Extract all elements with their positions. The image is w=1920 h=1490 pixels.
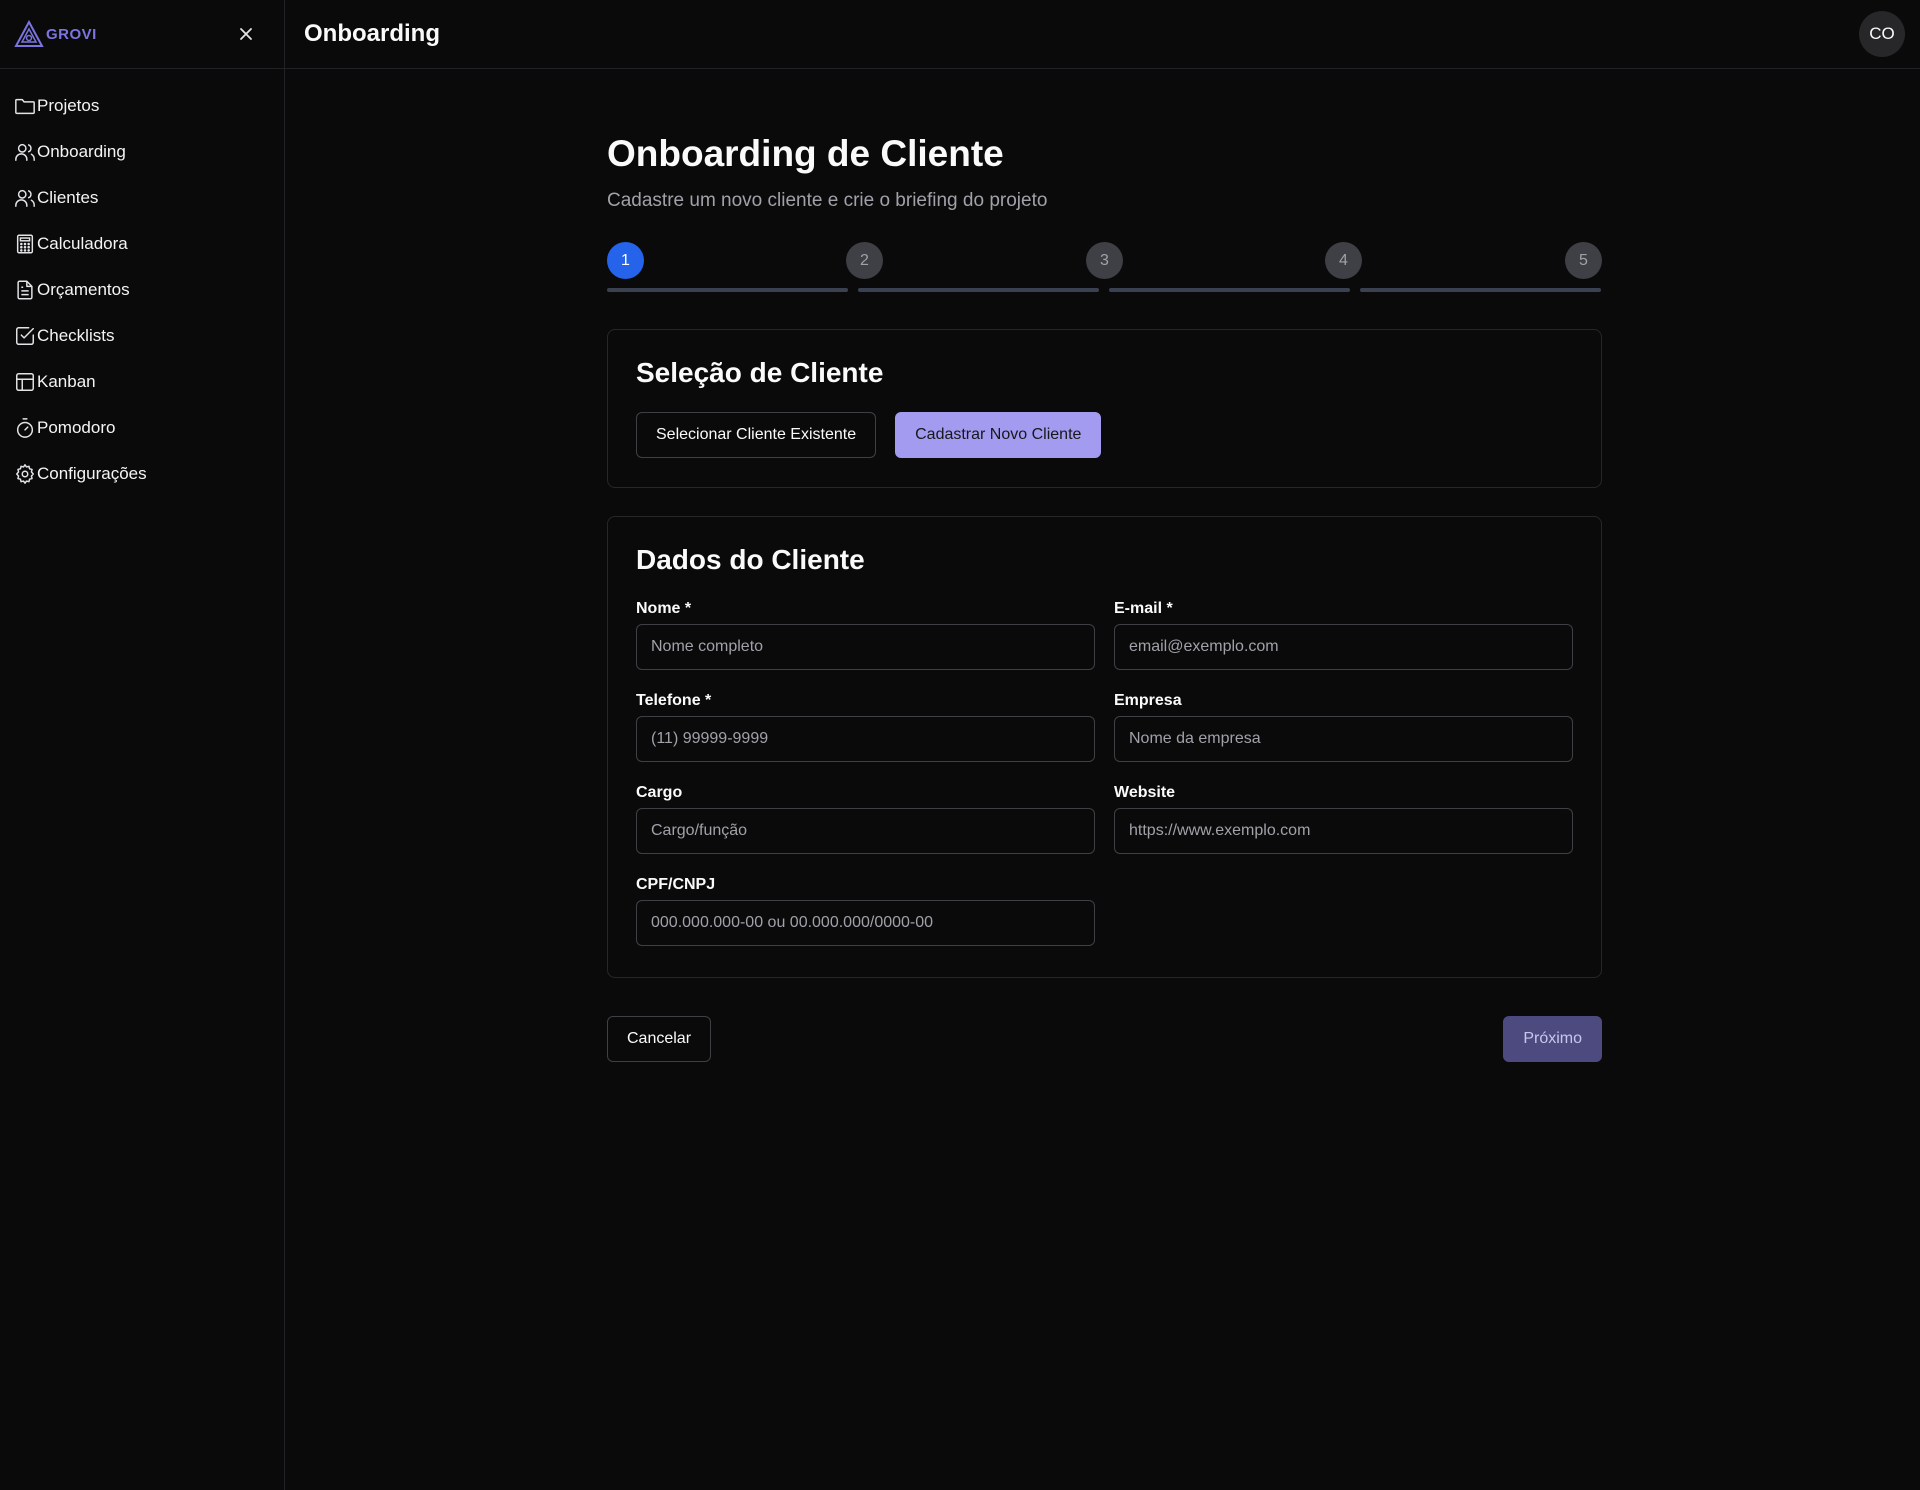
empresa-label: Empresa [1114, 692, 1182, 709]
sidebar-item-label: Pomodoro [37, 418, 116, 437]
sidebar-nav: Projetos Onboarding Clientes Calculadora… [0, 69, 284, 497]
topbar: Onboarding CO [285, 0, 1920, 69]
cargo-label: Cargo [636, 784, 683, 801]
sidebar-item-configuracoes[interactable]: Configurações [0, 451, 284, 497]
nome-input[interactable] [636, 624, 1095, 670]
field-telefone: Telefone * [636, 691, 1095, 783]
sidebar-item-calculadora[interactable]: Calculadora [0, 221, 284, 267]
nome-label: Nome * [636, 600, 692, 617]
stepper: 1 2 3 4 5 [607, 242, 1602, 302]
client-selection-title: Seleção de Cliente [636, 357, 884, 388]
step-progress-bar [1109, 288, 1350, 292]
field-nome: Nome * [636, 599, 1095, 691]
avatar[interactable]: CO [1859, 11, 1905, 57]
sidebar-item-label: Onboarding [37, 142, 126, 161]
field-website: Website [1114, 783, 1573, 875]
close-icon [240, 28, 252, 40]
sidebar-item-label: Configurações [37, 464, 147, 483]
client-data-title: Dados do Cliente [636, 544, 865, 575]
step-5[interactable]: 5 [1565, 242, 1602, 279]
step-1[interactable]: 1 [607, 242, 644, 279]
cancel-button[interactable]: Cancelar [607, 1016, 712, 1062]
cargo-input[interactable] [636, 808, 1095, 854]
step-2[interactable]: 2 [846, 242, 883, 279]
sidebar-item-label: Clientes [37, 188, 99, 207]
field-empresa: Empresa [1114, 691, 1573, 783]
sidebar-item-label: Projetos [37, 96, 100, 115]
file-text-icon [17, 280, 33, 300]
logo-text: GROVI [46, 25, 97, 43]
sidebar-item-label: Kanban [37, 372, 96, 391]
register-new-client-button[interactable]: Cadastrar Novo Cliente [895, 412, 1102, 458]
folder-icon [15, 98, 35, 115]
field-cargo: Cargo [636, 783, 1095, 875]
sidebar: GROVI Projetos Onboarding Clientes Calcu… [0, 0, 285, 1490]
step-progress-bar [607, 288, 848, 292]
telefone-input[interactable] [636, 716, 1095, 762]
step-progress-bar [1360, 288, 1601, 292]
sidebar-item-checklists[interactable]: Checklists [0, 313, 284, 359]
empresa-input[interactable] [1114, 716, 1573, 762]
logo[interactable]: GROVI [14, 20, 97, 48]
check-square-icon [16, 327, 34, 345]
field-email: E-mail * [1114, 599, 1573, 691]
sidebar-item-orcamentos[interactable]: Orçamentos [0, 267, 284, 313]
form-actions: Cancelar Próximo [607, 1016, 1602, 1062]
sidebar-item-kanban[interactable]: Kanban [0, 359, 284, 405]
users-icon [15, 189, 35, 207]
gear-icon [16, 464, 34, 484]
sidebar-item-clientes[interactable]: Clientes [0, 175, 284, 221]
sidebar-item-label: Calculadora [37, 234, 128, 253]
website-input[interactable] [1114, 808, 1573, 854]
telefone-label: Telefone * [636, 692, 712, 709]
sidebar-item-pomodoro[interactable]: Pomodoro [0, 405, 284, 451]
step-progress-bar [858, 288, 1099, 292]
close-sidebar-button[interactable] [232, 20, 260, 48]
email-input[interactable] [1114, 624, 1573, 670]
website-label: Website [1114, 784, 1176, 801]
sidebar-header: GROVI [0, 0, 284, 69]
client-selection-card: Seleção de Cliente Selecionar Cliente Ex… [607, 329, 1602, 488]
logo-triangle-icon [14, 20, 44, 47]
calculator-icon [16, 234, 34, 254]
page-subtitle: Cadastre um novo cliente e crie o briefi… [607, 190, 1048, 211]
main-content: Onboarding de Cliente Cadastre um novo c… [607, 128, 1602, 1062]
timer-icon [16, 418, 34, 438]
step-3[interactable]: 3 [1086, 242, 1123, 279]
select-existing-client-button[interactable]: Selecionar Cliente Existente [636, 412, 877, 458]
client-data-form: Nome * E-mail * Telefone * Empresa Cargo… [636, 599, 1573, 967]
field-cpf-cnpj: CPF/CNPJ [636, 875, 1095, 967]
email-label: E-mail * [1114, 600, 1173, 617]
sidebar-item-label: Checklists [37, 326, 115, 345]
client-selection-options: Selecionar Cliente Existente Cadastrar N… [636, 412, 1573, 458]
client-data-card: Dados do Cliente Nome * E-mail * Telefon… [607, 516, 1602, 978]
sidebar-item-label: Orçamentos [37, 280, 130, 299]
sidebar-item-projetos[interactable]: Projetos [0, 83, 284, 129]
cpf-cnpj-label: CPF/CNPJ [636, 876, 716, 893]
users-icon [15, 143, 35, 161]
step-4[interactable]: 4 [1325, 242, 1362, 279]
topbar-title: Onboarding [304, 20, 440, 47]
sidebar-item-onboarding[interactable]: Onboarding [0, 129, 284, 175]
page-title: Onboarding de Cliente [607, 133, 1004, 174]
cpf-cnpj-input[interactable] [636, 900, 1095, 946]
layout-icon [16, 373, 34, 391]
next-button[interactable]: Próximo [1503, 1016, 1602, 1062]
